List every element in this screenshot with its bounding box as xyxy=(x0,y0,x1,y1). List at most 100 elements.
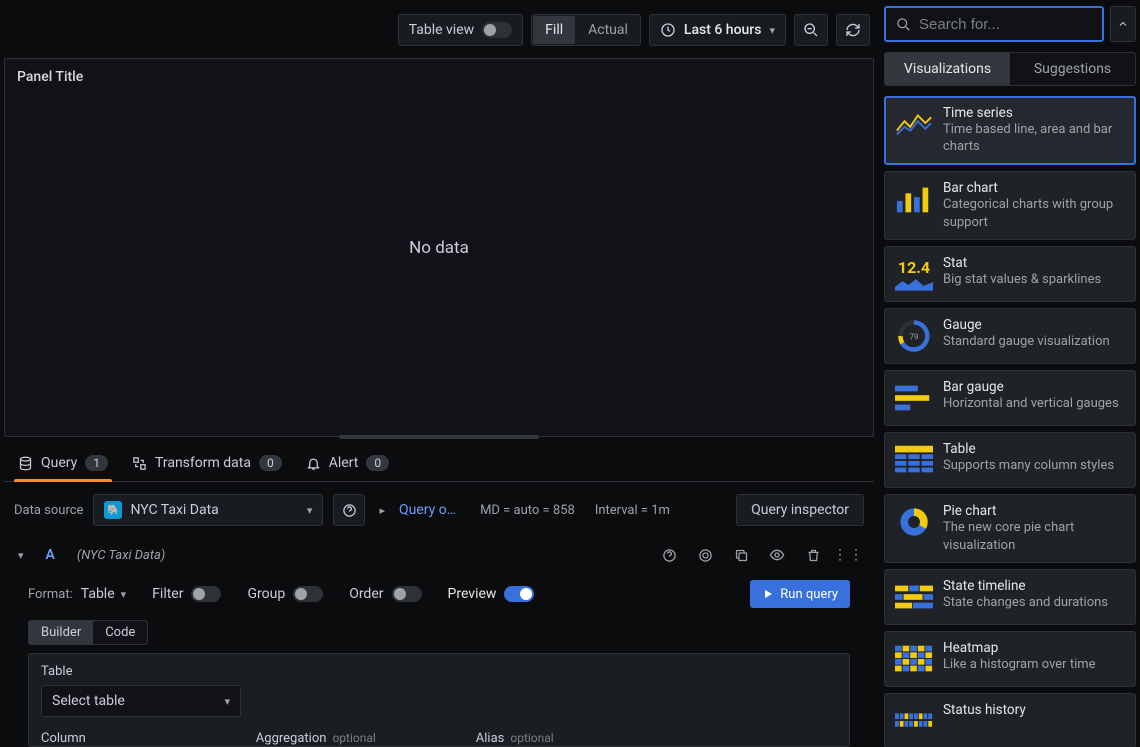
table-field-label: Table xyxy=(41,664,837,679)
viz-bar-gauge[interactable]: Bar gauge Horizontal and vertical gauges xyxy=(884,370,1136,426)
chevron-down-icon: ▾ xyxy=(307,504,313,517)
status-history-icon xyxy=(895,702,933,740)
table-select[interactable]: Select table ▾ xyxy=(41,685,241,717)
viz-pie-chart[interactable]: Pie chart The new core pie chart visuali… xyxy=(884,494,1136,563)
table-icon xyxy=(895,441,933,479)
viz-bar-chart[interactable]: Bar chart Categorical charts with group … xyxy=(884,171,1136,240)
query-inspector-button[interactable]: Query inspector xyxy=(736,494,864,526)
datasource-help-button[interactable] xyxy=(333,494,365,526)
collapse-icon[interactable]: ▾ xyxy=(18,549,24,562)
tab-transform-count: 0 xyxy=(259,455,282,471)
chevron-down-icon: ▾ xyxy=(121,588,127,601)
code-tab[interactable]: Code xyxy=(93,621,147,644)
viz-gauge[interactable]: 79 Gauge Standard gauge visualization xyxy=(884,308,1136,364)
time-range-label: Last 6 hours xyxy=(684,22,762,38)
tab-alert[interactable]: Alert 0 xyxy=(306,455,389,481)
format-value: Table xyxy=(81,586,115,602)
stat-icon: 12.4 xyxy=(895,255,933,293)
visualization-panel: Panel Title No data xyxy=(4,58,874,437)
viz-name: Stat xyxy=(943,255,1101,271)
query-tabs: Query 1 Transform data 0 Alert 0 xyxy=(4,437,874,482)
tab-alert-count: 0 xyxy=(366,455,389,471)
viz-time-series[interactable]: Time series Time based line, area and ba… xyxy=(884,96,1136,165)
query-help-icon[interactable] xyxy=(658,544,680,566)
query-drag-icon[interactable]: ⋮⋮ xyxy=(838,544,860,566)
tab-query-count: 1 xyxy=(85,455,108,471)
filter-switch[interactable] xyxy=(191,586,221,602)
viz-search[interactable] xyxy=(884,6,1104,42)
viz-status-history[interactable]: Status history xyxy=(884,693,1136,747)
builder-tab[interactable]: Builder xyxy=(29,621,93,644)
tab-transform[interactable]: Transform data 0 xyxy=(132,455,282,481)
query-duplicate-icon[interactable] xyxy=(730,544,752,566)
datasource-picker[interactable]: 🐘 NYC Taxi Data ▾ xyxy=(93,494,323,526)
viz-stat[interactable]: 12.4 Stat Big stat values & sparklines xyxy=(884,246,1136,302)
viz-name: Bar chart xyxy=(943,180,1125,196)
viz-name: Gauge xyxy=(943,317,1110,333)
group-switch[interactable] xyxy=(293,586,323,602)
viz-table[interactable]: Table Supports many column styles xyxy=(884,432,1136,488)
clock-icon xyxy=(660,22,676,38)
time-series-icon xyxy=(895,105,933,143)
md-text: MD = auto = 858 xyxy=(480,503,575,518)
query-toggle-visibility-icon[interactable] xyxy=(766,544,788,566)
aggregation-label: Aggregationoptional xyxy=(256,731,376,746)
viz-state-timeline[interactable]: State timeline State changes and duratio… xyxy=(884,569,1136,625)
query-delete-icon[interactable] xyxy=(802,544,824,566)
collapse-sidebar-button[interactable] xyxy=(1110,6,1136,42)
right-sidebar: Visualizations Suggestions Time series T… xyxy=(880,0,1140,747)
heatmap-icon xyxy=(895,640,933,678)
query-options-link[interactable]: Query o… xyxy=(399,502,456,518)
zoom-out-button[interactable] xyxy=(794,14,828,46)
fill-button[interactable]: Fill xyxy=(533,16,575,44)
bar-chart-icon xyxy=(895,180,933,218)
viz-desc: Supports many column styles xyxy=(943,457,1114,475)
query-row-header: ▾ A (NYC Taxi Data) ⋮⋮ xyxy=(10,538,868,572)
search-icon xyxy=(896,17,911,32)
datasource-label: Data source xyxy=(14,503,83,518)
query-settings-icon[interactable] xyxy=(694,544,716,566)
query-options-row: Format: Table ▾ Filter Group Order xyxy=(10,572,868,620)
interval-text: Interval = 1m xyxy=(595,503,670,518)
datasource-name: NYC Taxi Data xyxy=(130,502,218,518)
viz-desc: Categorical charts with group support xyxy=(943,196,1125,231)
query-editor: ▾ A (NYC Taxi Data) ⋮⋮ Format: Table ▾ xyxy=(4,538,874,747)
query-letter[interactable]: A xyxy=(38,547,63,563)
viz-name: Heatmap xyxy=(943,640,1096,656)
viz-desc: Standard gauge visualization xyxy=(943,333,1110,351)
format-label: Format: xyxy=(28,587,73,602)
tab-suggestions[interactable]: Suggestions xyxy=(1010,53,1135,85)
viz-list: Time series Time based line, area and ba… xyxy=(884,96,1136,747)
builder-body: Table Select table ▾ Column Aggregationo… xyxy=(28,653,850,747)
viz-desc: State changes and durations xyxy=(943,594,1108,612)
svg-text:79: 79 xyxy=(909,332,918,342)
bar-gauge-icon xyxy=(895,379,933,417)
format-select[interactable]: Table ▾ xyxy=(81,586,126,602)
preview-switch[interactable] xyxy=(504,586,534,602)
datasource-logo-icon: 🐘 xyxy=(104,501,122,519)
tab-visualizations[interactable]: Visualizations xyxy=(885,53,1010,85)
query-inspector-label: Query inspector xyxy=(751,502,849,518)
chevron-right-icon: ▸ xyxy=(375,504,389,517)
table-view-toggle[interactable]: Table view xyxy=(398,14,524,46)
run-query-button[interactable]: Run query xyxy=(750,580,850,608)
time-range-picker[interactable]: Last 6 hours ▾ xyxy=(649,14,786,46)
refresh-button[interactable] xyxy=(836,14,870,46)
run-query-label: Run query xyxy=(780,587,838,602)
play-icon xyxy=(762,588,774,600)
viz-heatmap[interactable]: Heatmap Like a histogram over time xyxy=(884,631,1136,687)
table-view-label: Table view xyxy=(409,22,475,38)
database-icon xyxy=(18,456,33,471)
viz-desc: Big stat values & sparklines xyxy=(943,271,1101,289)
fill-actual-segment: Fill Actual xyxy=(531,14,641,46)
order-switch[interactable] xyxy=(392,586,422,602)
actual-button[interactable]: Actual xyxy=(576,15,640,45)
tab-query-label: Query xyxy=(41,455,77,471)
viz-search-input[interactable] xyxy=(919,16,1092,33)
panel-resize-handle[interactable] xyxy=(339,435,539,439)
table-view-switch[interactable] xyxy=(482,22,512,38)
tab-query[interactable]: Query 1 xyxy=(18,455,108,481)
viz-desc: Horizontal and vertical gauges xyxy=(943,395,1119,413)
viz-name: State timeline xyxy=(943,578,1108,594)
alias-label: Aliasoptional xyxy=(476,731,554,746)
